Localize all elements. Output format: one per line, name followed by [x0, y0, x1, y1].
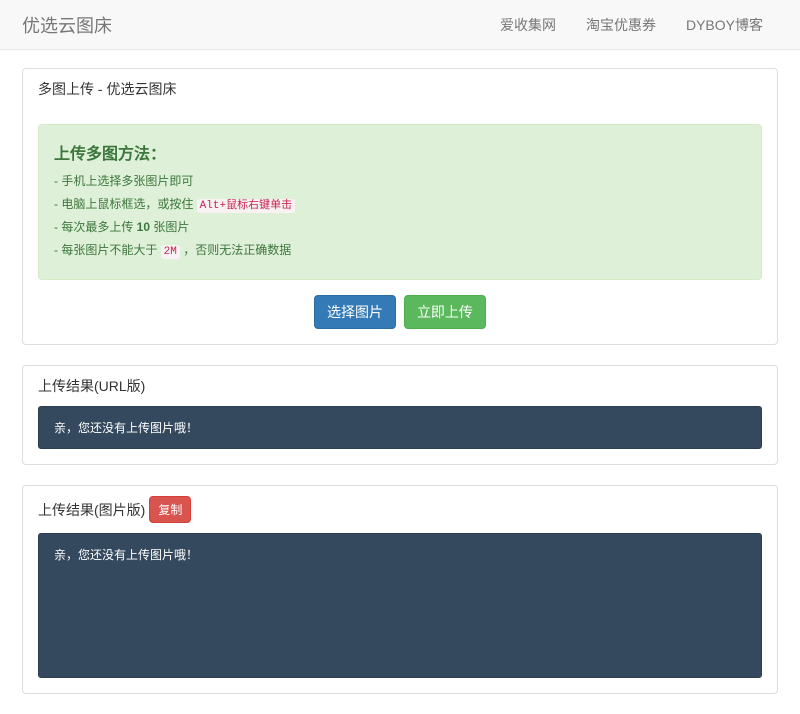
line3-a: - 每次最多上传	[54, 220, 137, 234]
upload-now-button[interactable]: 立即上传	[404, 295, 486, 329]
result-url-panel: 上传结果(URL版) 亲，您还没有上传图片哦！	[22, 365, 778, 465]
line3-c: 张图片	[150, 220, 189, 234]
line2-pre: - 电脑上鼠标框选，或按住	[54, 197, 197, 211]
navbar: 优选云图床 爱收集网 淘宝优惠券 DYBOY博客	[0, 0, 800, 50]
line3-b: 10	[137, 220, 150, 234]
upload-panel-heading: 多图上传 - 优选云图床	[23, 69, 777, 109]
brand-link[interactable]: 优选云图床	[22, 12, 112, 38]
result-img-heading-text: 上传结果(图片版)	[38, 500, 145, 520]
upload-instructions: 上传多图方法： - 手机上选择多张图片即可 - 电脑上鼠标框选，或按住 Alt+…	[38, 124, 762, 280]
result-img-content: 亲，您还没有上传图片哦！	[38, 533, 762, 678]
instruction-line-1: - 手机上选择多张图片即可	[54, 172, 746, 189]
copy-button[interactable]: 复制	[149, 496, 191, 523]
method-title: 上传多图方法：	[54, 140, 746, 164]
button-row: 选择图片 立即上传	[38, 295, 762, 329]
instruction-line-3: - 每次最多上传 10 张图片	[54, 218, 746, 235]
result-img-heading: 上传结果(图片版) 复制	[23, 486, 777, 533]
nav-links: 爱收集网 淘宝优惠券 DYBOY博客	[485, 0, 778, 50]
nav-link-taobao[interactable]: 淘宝优惠券	[571, 0, 671, 50]
result-url-heading: 上传结果(URL版)	[23, 366, 777, 406]
max-size-code: 2M	[161, 245, 180, 259]
instruction-line-2: - 电脑上鼠标框选，或按住 Alt+鼠标右键单击	[54, 195, 746, 212]
upload-panel: 多图上传 - 优选云图床 上传多图方法： - 手机上选择多张图片即可 - 电脑上…	[22, 68, 778, 345]
line4-b: ，否则无法正确数据	[180, 243, 291, 257]
result-img-panel: 上传结果(图片版) 复制 亲，您还没有上传图片哦！	[22, 485, 778, 694]
alt-shortcut-code: Alt+鼠标右键单击	[197, 199, 295, 213]
instruction-line-4: - 每张图片不能大于 2M ，否则无法正确数据	[54, 241, 746, 258]
nav-link-aishouji[interactable]: 爱收集网	[485, 0, 571, 50]
result-url-content: 亲，您还没有上传图片哦！	[38, 406, 762, 449]
line4-a: - 每张图片不能大于	[54, 243, 161, 257]
select-image-button[interactable]: 选择图片	[314, 295, 396, 329]
nav-link-dyboy[interactable]: DYBOY博客	[671, 0, 778, 50]
